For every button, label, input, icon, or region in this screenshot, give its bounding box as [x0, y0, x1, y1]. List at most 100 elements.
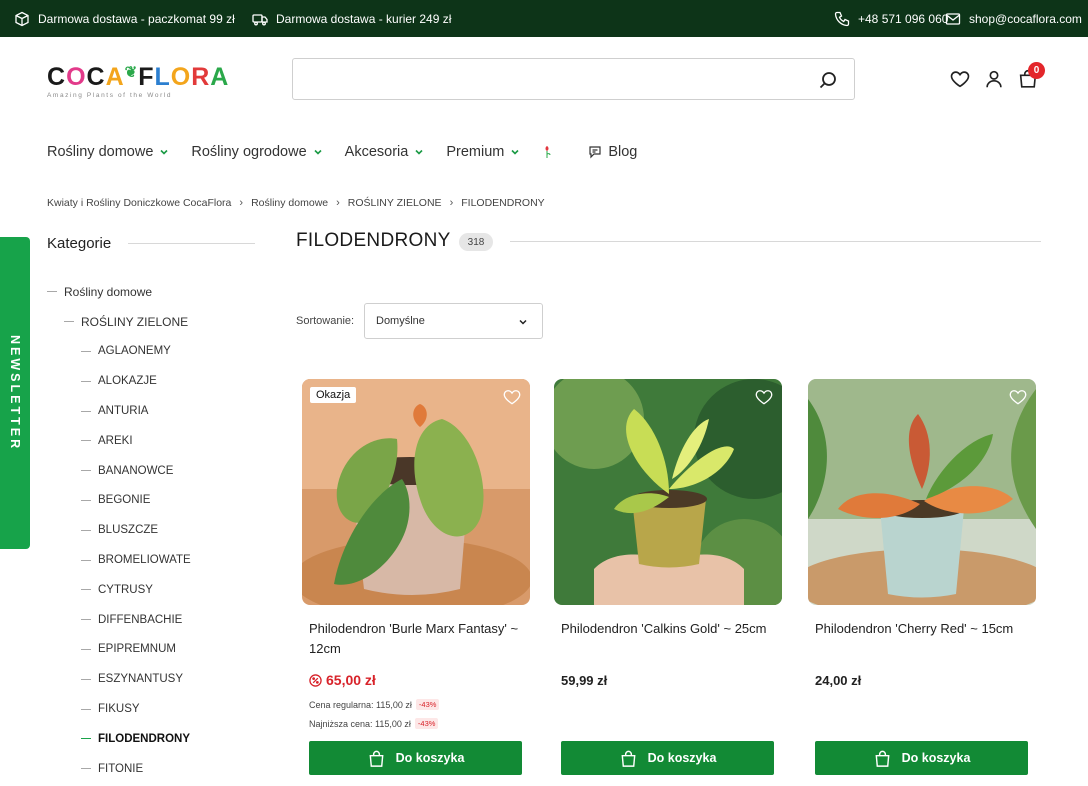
shipping-parcel-info: Darmowa dostawa - paczkomat 99 zł: [14, 0, 235, 37]
shopping-bag-icon: [369, 750, 384, 767]
divider: [510, 241, 1041, 242]
newsletter-label: NEWSLETTER: [8, 334, 22, 452]
top-info-bar: Darmowa dostawa - paczkomat 99 zł Darmow…: [0, 0, 1088, 37]
search-input[interactable]: [293, 59, 793, 99]
add-to-cart-button[interactable]: Do koszyka: [561, 741, 774, 775]
nav-item-label: Rośliny domowe: [47, 144, 154, 160]
category-item[interactable]: ROŚLINY ZIELONE: [47, 307, 257, 337]
product-image[interactable]: Okazja: [302, 379, 530, 605]
category-item[interactable]: BANANOWCE: [47, 456, 257, 486]
promo-flower-icon[interactable]: [542, 145, 552, 159]
heart-icon[interactable]: [754, 387, 774, 407]
chevron-right-icon: ›: [449, 197, 454, 209]
user-icon[interactable]: [983, 68, 1005, 90]
heart-icon[interactable]: [502, 387, 522, 407]
shopping-bag-icon: [875, 750, 890, 767]
product-image[interactable]: [554, 379, 782, 605]
sort-label: Sortowanie:: [296, 315, 355, 327]
product-name[interactable]: Philodendron 'Calkins Gold' ~ 25cm: [561, 619, 776, 639]
email-link[interactable]: shop@cocaflora.com: [945, 0, 1082, 37]
sort-value: Domyślne: [376, 315, 425, 327]
category-item[interactable]: BEGONIE: [47, 486, 257, 516]
nav-item-house-plants[interactable]: Rośliny domowe: [47, 144, 169, 160]
category-item[interactable]: ANTURIA: [47, 396, 257, 426]
product-photo-calkins-gold: [554, 379, 782, 605]
product-photo-cherry-red: [808, 379, 1036, 605]
lowest-price: Najniższa cena: 115,00 zł -43%: [309, 718, 439, 729]
product-card: Philodendron 'Cherry Red' ~ 15cm 24,00 z…: [808, 379, 1036, 775]
nav-item-premium[interactable]: Premium: [446, 144, 520, 160]
product-card: Okazja Philodendron 'Burle Marx Fantasy'…: [302, 379, 530, 775]
discount-percent: -43%: [415, 699, 440, 710]
product-name[interactable]: Philodendron 'Burle Marx Fantasy' ~ 12cm: [309, 619, 524, 659]
logo-tagline: Amazing Plants of the World: [47, 92, 173, 99]
main-nav: Rośliny domowe Rośliny ogrodowe Akcesori…: [47, 140, 659, 164]
heart-icon[interactable]: [949, 68, 971, 90]
chevron-right-icon: ›: [336, 197, 340, 209]
category-item[interactable]: AREKI: [47, 426, 257, 456]
nav-item-garden-plants[interactable]: Rośliny ogrodowe: [191, 144, 322, 160]
category-item[interactable]: ALOKAZJE: [47, 366, 257, 396]
product-image[interactable]: [808, 379, 1036, 605]
page-title: FILODENDRONY: [296, 230, 451, 251]
nav-item-label: Akcesoria: [344, 144, 409, 160]
breadcrumb-item[interactable]: ROŚLINY ZIELONE: [348, 197, 442, 209]
package-icon: [15, 11, 29, 26]
categories-title: Kategorie: [47, 235, 112, 252]
shipping-parcel-text: Darmowa dostawa - paczkomat 99 zł: [38, 11, 235, 26]
cart-count-badge: 0: [1028, 62, 1045, 79]
breadcrumb-item[interactable]: Rośliny domowe: [251, 197, 328, 209]
chevron-down-icon: [511, 149, 519, 155]
add-to-cart-button[interactable]: Do koszyka: [309, 741, 522, 775]
category-item[interactable]: DIFFENBACHIE: [47, 605, 257, 635]
phone-text: +48 571 096 060: [858, 11, 949, 26]
category-item[interactable]: FITONIE: [47, 754, 257, 784]
sale-price: 65,00 zł: [309, 672, 376, 688]
newsletter-tab[interactable]: NEWSLETTER: [0, 237, 30, 549]
phone-icon: [834, 11, 850, 26]
product-photo-burle-marx: [302, 379, 530, 605]
search-box: [292, 58, 855, 100]
category-item[interactable]: FIKUSY: [47, 694, 257, 724]
mail-icon: [945, 12, 961, 25]
category-item[interactable]: BLUSZCZE: [47, 515, 257, 545]
chevron-down-icon: [314, 149, 322, 155]
chevron-down-icon: [415, 149, 423, 155]
category-item[interactable]: Rośliny domowe: [47, 277, 257, 307]
heart-icon[interactable]: [1008, 387, 1028, 407]
add-to-cart-button[interactable]: Do koszyka: [815, 741, 1028, 775]
truck-icon: [252, 13, 268, 25]
category-item[interactable]: CYTRUSY: [47, 575, 257, 605]
site-logo[interactable]: COCA❦FLORA Amazing Plants of the World: [47, 60, 228, 99]
category-item[interactable]: ESZYNANTUSY: [47, 664, 257, 694]
discount-icon: [309, 673, 322, 687]
sort-dropdown[interactable]: Domyślne: [364, 303, 543, 339]
shipping-courier-text: Darmowa dostawa - kurier 249 zł: [276, 11, 452, 26]
category-item-active[interactable]: FILODENDRONY: [47, 724, 257, 754]
nav-item-accessories[interactable]: Akcesoria: [345, 144, 425, 160]
divider: [128, 243, 255, 244]
shopping-bag-icon: [621, 750, 636, 767]
product-price: 59,99 zł: [561, 673, 608, 688]
nav-item-label: Premium: [446, 144, 505, 160]
nav-item-label: Rośliny ogrodowe: [191, 144, 307, 160]
product-name[interactable]: Philodendron 'Cherry Red' ~ 15cm: [815, 619, 1030, 639]
email-text: shop@cocaflora.com: [969, 11, 1082, 26]
discount-percent: -43%: [414, 718, 439, 729]
product-price: 24,00 zł: [815, 673, 862, 688]
category-item[interactable]: AGLAONEMY: [47, 337, 257, 367]
product-count-badge: 318: [459, 233, 493, 251]
category-item[interactable]: EPIPREMNUM: [47, 635, 257, 665]
search-icon[interactable]: [818, 70, 838, 90]
deal-badge: Okazja: [310, 387, 357, 403]
breadcrumb: Kwiaty i Rośliny Doniczkowe CocaFlora › …: [47, 197, 545, 209]
category-list: Rośliny domowe ROŚLINY ZIELONE AGLAONEMY…: [47, 277, 257, 784]
breadcrumb-item[interactable]: Kwiaty i Rośliny Doniczkowe CocaFlora: [47, 197, 231, 209]
nav-item-blog[interactable]: Blog: [588, 144, 637, 160]
category-item[interactable]: BROMELIOWATE: [47, 545, 257, 575]
chat-bubble-icon: [589, 146, 601, 159]
phone-link[interactable]: +48 571 096 060: [834, 0, 948, 37]
chevron-right-icon: ›: [239, 197, 244, 209]
chevron-down-icon: [519, 319, 527, 325]
breadcrumb-current: FILODENDRONY: [461, 197, 545, 209]
